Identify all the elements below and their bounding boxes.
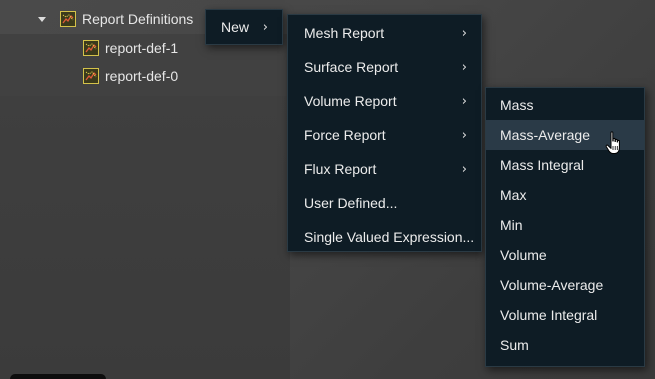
- menu-item-label: User Defined...: [304, 195, 398, 211]
- menu-item-label: Volume Report: [304, 93, 397, 109]
- tree-item-report-def-0[interactable]: report-def-0: [83, 63, 178, 89]
- report-definition-icon: [83, 68, 99, 84]
- tree-item-label: report-def-0: [105, 68, 179, 84]
- menu-item-force-report[interactable]: Force Report ›: [288, 118, 481, 152]
- menu-item-max[interactable]: Max: [486, 180, 644, 210]
- menu-item-single-valued-expression[interactable]: Single Valued Expression...: [288, 220, 481, 254]
- menu-item-sum[interactable]: Sum: [486, 330, 644, 360]
- menu-item-surface-report[interactable]: Surface Report ›: [288, 50, 481, 84]
- tree-item-report-definitions[interactable]: Report Definitions: [38, 6, 193, 32]
- menu-item-mesh-report[interactable]: Mesh Report ›: [288, 16, 481, 50]
- context-menu-new: New ›: [205, 9, 283, 45]
- menu-item-volume-integral[interactable]: Volume Integral: [486, 300, 644, 330]
- chevron-right-icon: ›: [461, 127, 467, 143]
- tree-item-label: report-def-1: [105, 40, 179, 56]
- menu-item-label: Mass Integral: [500, 157, 585, 173]
- menu-item-volume-report[interactable]: Volume Report ›: [288, 84, 481, 118]
- hand-pointer-cursor-icon: [605, 131, 620, 154]
- menu-item-min[interactable]: Min: [486, 210, 644, 240]
- menu-item-volume[interactable]: Volume: [486, 240, 644, 270]
- menu-item-label: Surface Report: [304, 59, 399, 75]
- menu-item-new[interactable]: New ›: [206, 10, 282, 44]
- menu-item-label: Mass: [500, 97, 534, 113]
- chevron-right-icon: ›: [461, 93, 467, 109]
- menu-item-label: Volume Integral: [500, 307, 598, 323]
- submenu-volume-report: Mass Mass-Average Mass Integral Max Min …: [485, 87, 645, 367]
- tree-item-report-def-1[interactable]: report-def-1: [83, 35, 178, 61]
- submenu-report-types: Mesh Report › Surface Report › Volume Re…: [287, 14, 482, 252]
- menu-item-label: Volume: [500, 247, 547, 263]
- menu-item-mass[interactable]: Mass: [486, 90, 644, 120]
- menu-item-label: Sum: [500, 337, 529, 353]
- menu-item-label: Flux Report: [304, 161, 377, 177]
- chevron-right-icon: ›: [461, 161, 467, 177]
- menu-item-label: Volume-Average: [500, 277, 604, 293]
- tree-item-label: Report Definitions: [82, 11, 194, 27]
- tree-panel: Report Definitions report-def-1 report-d…: [0, 0, 290, 379]
- menu-item-label: Mesh Report: [304, 25, 385, 41]
- expand-arrow-icon[interactable]: [38, 16, 46, 22]
- report-folder-icon: [60, 11, 76, 27]
- chevron-right-icon: ›: [262, 19, 268, 35]
- report-definition-icon: [83, 40, 99, 56]
- menu-item-volume-average[interactable]: Volume-Average: [486, 270, 644, 300]
- menu-item-flux-report[interactable]: Flux Report ›: [288, 152, 481, 186]
- menu-item-label: Single Valued Expression...: [304, 229, 475, 245]
- menu-item-user-defined[interactable]: User Defined...: [288, 186, 481, 220]
- menu-item-label: Force Report: [304, 127, 386, 143]
- chevron-right-icon: ›: [461, 25, 467, 41]
- chevron-right-icon: ›: [461, 59, 467, 75]
- menu-item-label: Max: [500, 187, 527, 203]
- menu-item-label: New: [221, 19, 250, 35]
- menu-item-label: Min: [500, 217, 523, 233]
